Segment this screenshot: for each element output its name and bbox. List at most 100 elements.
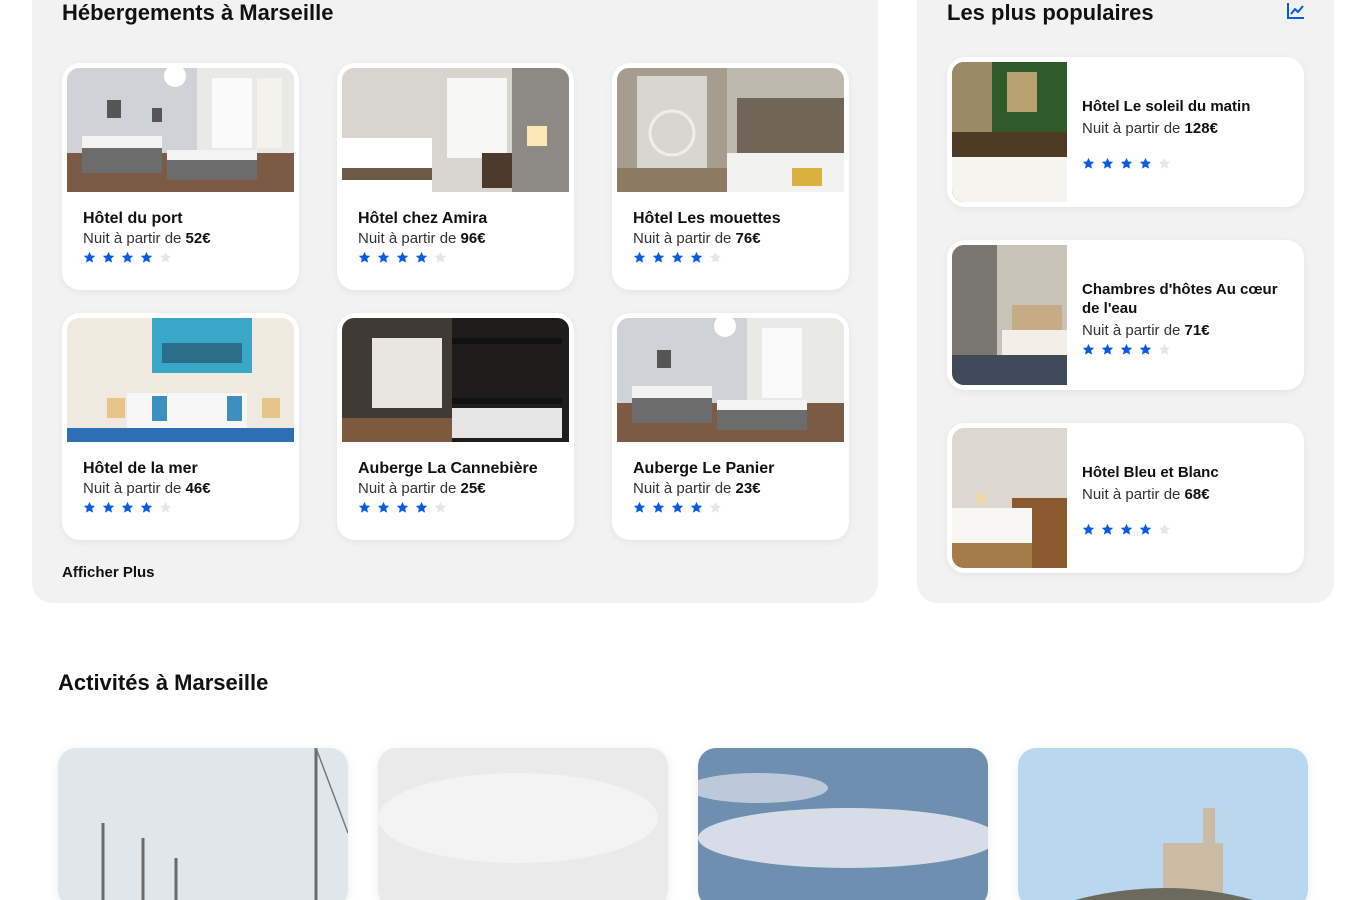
accommodations-title: Hébergements à Marseille bbox=[62, 0, 334, 25]
hotel-card[interactable]: Hôtel du port Nuit à partir de 52€ bbox=[62, 63, 299, 290]
star-filled-icon bbox=[690, 251, 703, 263]
hotel-photo bbox=[952, 428, 1067, 568]
rating-stars bbox=[83, 251, 172, 264]
star-filled-icon bbox=[415, 501, 428, 513]
rating-stars bbox=[358, 501, 447, 514]
activity-card[interactable] bbox=[58, 748, 348, 900]
star-filled-icon bbox=[358, 501, 371, 513]
hotel-price: Nuit à partir de 76€ bbox=[633, 230, 761, 247]
hotel-name: Chambres d'hôtes Au cœur de l'eau bbox=[1082, 281, 1278, 317]
star-filled-icon bbox=[690, 501, 703, 513]
hotel-name: Hôtel chez Amira bbox=[358, 210, 488, 227]
hotel-name: Hôtel Le soleil du matin bbox=[1082, 98, 1251, 115]
activity-photo bbox=[1018, 748, 1308, 900]
star-filled-icon bbox=[1120, 343, 1133, 355]
hotel-card[interactable]: Auberge La Cannebière Nuit à partir de 2… bbox=[337, 313, 574, 540]
hotel-card[interactable]: Auberge Le Panier Nuit à partir de 23€ bbox=[612, 313, 849, 540]
activity-photo bbox=[58, 748, 348, 900]
star-filled-icon bbox=[1101, 343, 1114, 355]
star-filled-icon bbox=[1139, 343, 1152, 355]
hotel-price: Nuit à partir de 128€ bbox=[1082, 120, 1218, 137]
hotel-photo bbox=[617, 68, 844, 192]
star-filled-icon bbox=[377, 501, 390, 513]
hotel-price: Nuit à partir de 71€ bbox=[1082, 322, 1210, 339]
rating-stars bbox=[633, 251, 722, 264]
star-empty-icon bbox=[1158, 157, 1171, 169]
hotel-photo bbox=[342, 318, 569, 442]
star-filled-icon bbox=[358, 251, 371, 263]
activity-card[interactable] bbox=[1018, 748, 1308, 900]
star-filled-icon bbox=[1082, 157, 1095, 169]
rating-stars bbox=[1082, 157, 1171, 170]
show-more-link[interactable]: Afficher Plus bbox=[62, 564, 155, 581]
hotel-name: Hôtel Bleu et Blanc bbox=[1082, 464, 1219, 481]
star-filled-icon bbox=[140, 501, 153, 513]
star-filled-icon bbox=[671, 251, 684, 263]
star-filled-icon bbox=[83, 251, 96, 263]
hotel-photo bbox=[617, 318, 844, 442]
star-filled-icon bbox=[1082, 343, 1095, 355]
star-filled-icon bbox=[1120, 523, 1133, 535]
hotel-name: Auberge La Cannebière bbox=[358, 460, 538, 477]
star-filled-icon bbox=[1120, 157, 1133, 169]
popular-hotel-card[interactable]: Chambres d'hôtes Au cœur de l'eau Nuit à… bbox=[947, 240, 1304, 390]
activity-photo bbox=[698, 748, 988, 900]
hotel-price: Nuit à partir de 46€ bbox=[83, 480, 211, 497]
rating-stars bbox=[633, 501, 722, 514]
star-filled-icon bbox=[396, 501, 409, 513]
star-filled-icon bbox=[671, 501, 684, 513]
star-filled-icon bbox=[1139, 523, 1152, 535]
activity-card[interactable] bbox=[378, 748, 668, 900]
star-empty-icon bbox=[159, 251, 172, 263]
star-empty-icon bbox=[709, 251, 722, 263]
hotel-name: Auberge Le Panier bbox=[633, 460, 775, 477]
chart-line-icon[interactable] bbox=[1286, 1, 1306, 21]
rating-stars bbox=[83, 501, 172, 514]
star-filled-icon bbox=[377, 251, 390, 263]
star-filled-icon bbox=[1139, 157, 1152, 169]
star-filled-icon bbox=[652, 501, 665, 513]
popular-hotel-card[interactable]: Hôtel Bleu et Blanc Nuit à partir de 68€ bbox=[947, 423, 1304, 573]
hotel-name: Hôtel de la mer bbox=[83, 460, 198, 477]
hotel-price: Nuit à partir de 96€ bbox=[358, 230, 486, 247]
star-filled-icon bbox=[652, 251, 665, 263]
hotel-name: Hôtel du port bbox=[83, 210, 183, 227]
star-filled-icon bbox=[633, 251, 646, 263]
star-filled-icon bbox=[1101, 523, 1114, 535]
activity-card[interactable] bbox=[698, 748, 988, 900]
star-filled-icon bbox=[415, 251, 428, 263]
star-filled-icon bbox=[396, 251, 409, 263]
star-empty-icon bbox=[159, 501, 172, 513]
rating-stars bbox=[1082, 523, 1171, 536]
hotel-price: Nuit à partir de 25€ bbox=[358, 480, 486, 497]
star-filled-icon bbox=[1101, 157, 1114, 169]
hotel-price: Nuit à partir de 52€ bbox=[83, 230, 211, 247]
hotel-photo bbox=[952, 245, 1067, 385]
activity-photo bbox=[378, 748, 668, 900]
star-filled-icon bbox=[121, 251, 134, 263]
star-filled-icon bbox=[102, 251, 115, 263]
star-filled-icon bbox=[102, 501, 115, 513]
star-empty-icon bbox=[709, 501, 722, 513]
star-empty-icon bbox=[1158, 343, 1171, 355]
rating-stars bbox=[1082, 343, 1171, 356]
popular-title: Les plus populaires bbox=[947, 0, 1154, 25]
hotel-price: Nuit à partir de 68€ bbox=[1082, 486, 1210, 503]
hotel-photo bbox=[67, 318, 294, 442]
hotel-card[interactable]: Hôtel Les mouettes Nuit à partir de 76€ bbox=[612, 63, 849, 290]
star-empty-icon bbox=[434, 251, 447, 263]
hotel-card[interactable]: Hôtel chez Amira Nuit à partir de 96€ bbox=[337, 63, 574, 290]
hotel-price: Nuit à partir de 23€ bbox=[633, 480, 761, 497]
rating-stars bbox=[358, 251, 447, 264]
hotel-card[interactable]: Hôtel de la mer Nuit à partir de 46€ bbox=[62, 313, 299, 540]
star-filled-icon bbox=[83, 501, 96, 513]
popular-hotel-card[interactable]: Hôtel Le soleil du matin Nuit à partir d… bbox=[947, 57, 1304, 207]
star-empty-icon bbox=[1158, 523, 1171, 535]
hotel-photo bbox=[67, 68, 294, 192]
hotel-name: Hôtel Les mouettes bbox=[633, 210, 781, 227]
star-empty-icon bbox=[434, 501, 447, 513]
star-filled-icon bbox=[121, 501, 134, 513]
hotel-photo bbox=[342, 68, 569, 192]
hotel-photo bbox=[952, 62, 1067, 202]
star-filled-icon bbox=[140, 251, 153, 263]
